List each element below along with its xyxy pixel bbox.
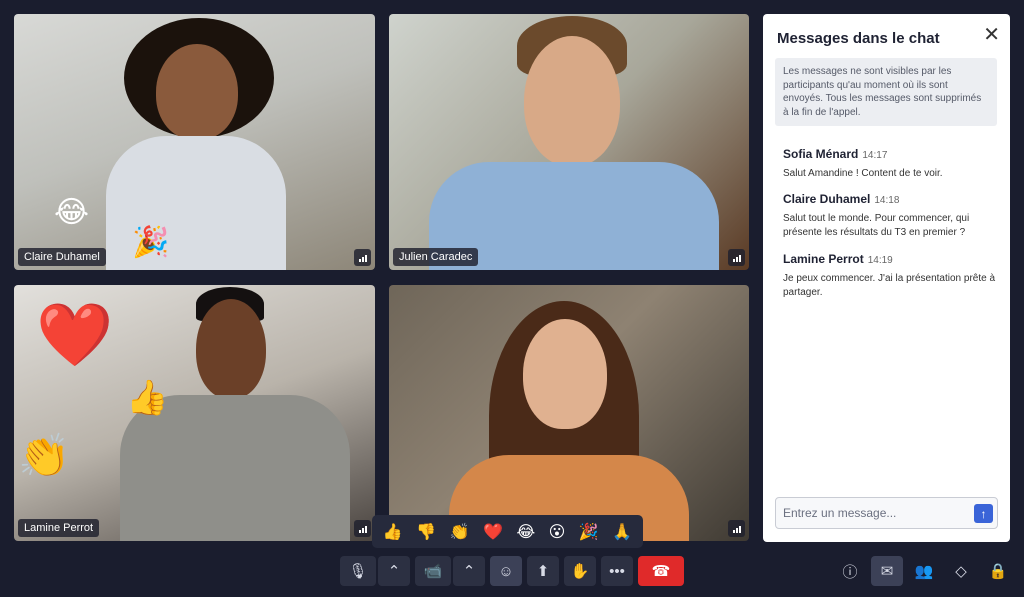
chevron-up-icon: ⌃ — [387, 563, 401, 580]
message-input-wrapper: ↑ — [775, 497, 998, 529]
info-button[interactable]: ⓘ — [834, 556, 866, 586]
signal-icon — [354, 520, 371, 537]
microphone-icon: 🎙 — [348, 563, 368, 580]
reaction-pray[interactable]: 🙏 — [612, 522, 632, 542]
video-tile-claire[interactable]: 😂 🎉 Claire Duhamel — [14, 14, 375, 270]
info-icon: ⓘ — [842, 563, 858, 581]
hand-icon: ✋ — [570, 563, 590, 580]
microphone-button[interactable]: 🎙 — [340, 556, 376, 586]
participant-name: Julien Caradec — [393, 248, 479, 266]
more-icon: ••• — [609, 562, 625, 580]
party-emoji: 🎉 — [132, 226, 170, 259]
message-input[interactable] — [776, 498, 961, 528]
message-author: Lamine Perrot — [783, 252, 864, 266]
more-options-button[interactable]: ••• — [601, 556, 633, 586]
video-tile-julien[interactable]: Julien Caradec — [389, 14, 749, 270]
chat-message: Claire Duhamel 14:18 Salut tout le monde.… — [783, 190, 998, 239]
lock-icon: 🔒 — [988, 563, 1008, 580]
reaction-thumbs-up[interactable]: 👍 — [383, 522, 403, 542]
signal-icon — [728, 249, 745, 266]
security-button[interactable]: 🔒 — [982, 556, 1014, 586]
chat-message: Lamine Perrot 14:19 Je peux commencer. J'… — [783, 250, 998, 299]
send-arrow-icon: ↑ — [980, 506, 987, 521]
chevron-up-icon: ⌃ — [462, 563, 476, 580]
heart-emoji: ❤️ — [36, 301, 114, 370]
microphone-options-button[interactable]: ⌃ — [378, 556, 410, 586]
chat-icon: ✉ — [880, 563, 894, 580]
reaction-laugh[interactable]: 😂 — [516, 522, 535, 542]
apps-button[interactable]: ◇ — [945, 556, 977, 586]
message-time: 14:17 — [862, 150, 888, 161]
message-time: 14:19 — [867, 255, 893, 266]
message-text: Salut Amandine ! Content de te voir. — [783, 168, 943, 179]
reactions-button[interactable]: ☺ — [490, 556, 522, 586]
message-time: 14:18 — [874, 195, 900, 206]
chat-message: Sofia Ménard 14:17 Salut Amandine ! Conte… — [783, 145, 998, 181]
message-author: Claire Duhamel — [783, 192, 871, 206]
camera-icon: 📹 — [423, 563, 443, 580]
reaction-thumbs-down[interactable]: 👎 — [416, 522, 436, 542]
apps-icon: ◇ — [955, 563, 967, 580]
raise-hand-button[interactable]: ✋ — [564, 556, 596, 586]
message-text: Je peux commencer. J'ai la présentation … — [783, 273, 996, 298]
chat-title: Messages dans le chat — [777, 30, 940, 47]
thumbs-up-emoji: 👍 — [126, 379, 169, 417]
camera-options-button[interactable]: ⌃ — [453, 556, 485, 586]
send-button[interactable]: ↑ — [974, 504, 993, 523]
message-text: Salut tout le monde. Pour commencer, qui… — [783, 213, 970, 238]
signal-icon — [728, 520, 745, 537]
smiley-icon: ☺ — [498, 562, 514, 580]
chat-toggle-button[interactable]: ✉ — [871, 556, 903, 586]
hang-up-button[interactable]: ☎ — [638, 556, 684, 586]
reaction-picker: 👍 👎 👏 ❤️ 😂 😮 🎉 🙏 — [372, 515, 643, 548]
participant-name: Lamine Perrot — [18, 519, 100, 537]
clap-emoji: 👏 — [18, 432, 71, 479]
participants-button[interactable]: 👥 — [908, 556, 940, 586]
share-screen-icon: ⬆ — [536, 563, 550, 580]
laugh-emoji: 😂 — [54, 196, 90, 229]
message-author: Sofia Ménard — [783, 147, 859, 161]
share-screen-button[interactable]: ⬆ — [527, 556, 559, 586]
signal-icon — [354, 249, 371, 266]
reaction-clap[interactable]: 👏 — [450, 522, 470, 542]
reaction-heart[interactable]: ❤️ — [483, 522, 503, 542]
people-icon: 👥 — [914, 563, 934, 580]
video-tile-lamine[interactable]: ❤️ 👍 👏 Lamine Perrot — [14, 285, 375, 541]
reaction-party[interactable]: 🎉 — [579, 522, 599, 542]
camera-button[interactable]: 📹 — [415, 556, 451, 586]
phone-hangup-icon: ☎ — [651, 563, 671, 580]
reaction-surprise[interactable]: 😮 — [549, 522, 566, 542]
participant-name: Claire Duhamel — [18, 248, 106, 266]
video-tile-participant-4[interactable] — [389, 285, 749, 541]
chat-notice: Les messages ne sont visibles par les pa… — [775, 58, 997, 126]
close-icon[interactable]: ✕ — [983, 22, 1000, 47]
chat-panel: Messages dans le chat ✕ Les messages ne … — [763, 14, 1010, 542]
